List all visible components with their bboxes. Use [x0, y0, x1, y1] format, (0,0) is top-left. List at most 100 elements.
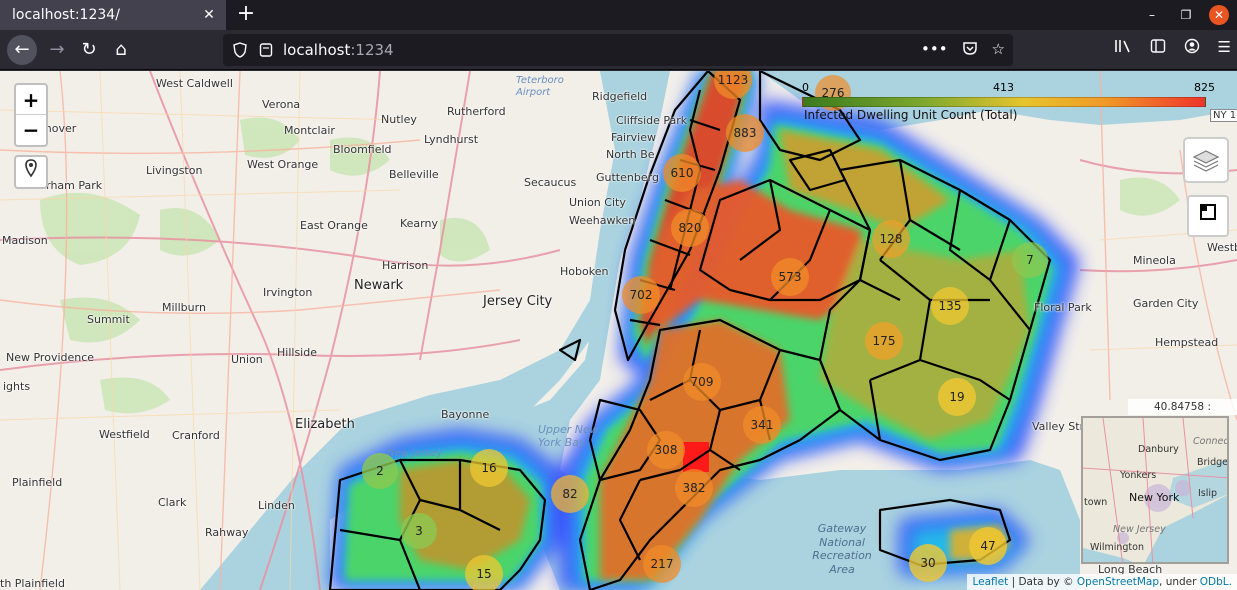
osm-link[interactable]: OpenStreetMap — [1077, 576, 1159, 588]
restore-button[interactable]: ❐ — [1169, 8, 1203, 22]
minimap-place: Islip — [1198, 488, 1218, 499]
place-label: Union City — [569, 196, 626, 209]
tab-close-icon[interactable]: ✕ — [200, 6, 218, 24]
place-label: Livingston — [146, 164, 203, 177]
tab-bar: localhost:1234/ ✕ + – ❐ ✕ — [0, 0, 1237, 30]
place-label: Bayonne — [441, 408, 490, 421]
cluster-marker[interactable]: 16 — [470, 449, 508, 487]
minimap-place: Yonkers — [1120, 470, 1157, 481]
legend-max: 825 — [1194, 81, 1215, 94]
close-window-button[interactable]: ✕ — [1209, 5, 1229, 25]
cluster-marker[interactable]: 308 — [647, 431, 685, 469]
place-label: Rutherford — [447, 105, 506, 118]
zoom-in-button[interactable]: + — [16, 85, 46, 115]
place-label: Lyndhurst — [424, 133, 479, 146]
minimap[interactable]: Danbury Connect Yonkers Bridge New York … — [1081, 416, 1229, 564]
cluster-marker[interactable]: 709 — [683, 363, 721, 401]
place-label: Hempstead — [1155, 336, 1219, 349]
place-label: Ridgefield — [592, 90, 648, 103]
place-label: Union — [231, 353, 263, 366]
url-bar[interactable]: localhost:1234 ••• ☆ — [223, 34, 1013, 66]
cluster-marker[interactable]: 2 — [362, 453, 398, 489]
new-tab-button[interactable]: + — [234, 3, 258, 27]
minimap-place: New Jersey — [1113, 524, 1166, 535]
home-icon[interactable]: ⌂ — [106, 35, 136, 65]
cluster-marker[interactable]: 217 — [643, 545, 681, 583]
active-tab[interactable]: localhost:1234/ ✕ — [0, 0, 226, 30]
place-label: Millburn — [162, 301, 206, 314]
place-label: Newark — [354, 278, 404, 293]
cluster-marker[interactable]: 135 — [931, 287, 969, 325]
place-label: New Jersey — [387, 448, 443, 459]
place-label: Madison — [2, 234, 48, 247]
cluster-marker[interactable]: 47 — [969, 527, 1007, 565]
cluster-marker[interactable]: 128 — [872, 220, 910, 258]
sidebar-icon[interactable] — [1150, 38, 1166, 58]
place-label: Harrison — [382, 259, 429, 272]
place-label: Teterboro Airport — [516, 75, 564, 98]
url-text[interactable]: localhost:1234 — [283, 41, 394, 59]
place-label: Kearny — [400, 217, 438, 230]
minimap-place: town — [1084, 497, 1108, 508]
place-label: North Be — [606, 148, 655, 161]
cluster-marker[interactable]: 19 — [938, 378, 976, 416]
minimap-place: Wilmington — [1090, 542, 1144, 553]
place-label: East Orange — [300, 219, 368, 232]
place-label: West Orange — [247, 158, 319, 171]
leaflet-map[interactable]: West Caldwell Verona Nutley Rutherford T… — [0, 71, 1237, 590]
cluster-marker[interactable]: 82 — [551, 475, 589, 513]
cluster-marker[interactable]: 883 — [726, 114, 764, 152]
library-icon[interactable] — [1114, 38, 1132, 58]
cluster-marker[interactable]: 382 — [675, 469, 713, 507]
layers-icon[interactable] — [1183, 137, 1229, 183]
legend-mid: 413 — [993, 81, 1014, 94]
cluster-marker[interactable]: 610 — [663, 154, 701, 192]
attribution-text: , under — [1159, 576, 1200, 588]
cluster-marker[interactable]: 341 — [743, 406, 781, 444]
place-label: Verona — [262, 98, 301, 111]
forward-arrow-icon[interactable]: → — [42, 35, 72, 65]
page-actions-icon[interactable]: ••• — [921, 40, 948, 60]
place-label: West Caldwell — [156, 77, 233, 90]
leaflet-link[interactable]: Leaflet — [972, 576, 1008, 588]
place-label: Westb — [1207, 241, 1237, 254]
bookmark-star-icon[interactable]: ☆ — [992, 40, 1005, 60]
cluster-marker[interactable]: 15 — [465, 555, 503, 590]
back-arrow-icon[interactable]: ← — [7, 35, 37, 65]
minimap-place: Connect — [1193, 436, 1229, 447]
cluster-marker[interactable]: 3 — [401, 513, 437, 549]
menu-icon[interactable]: ☰ — [1218, 38, 1231, 58]
locate-pin-icon[interactable] — [14, 155, 48, 189]
place-label: Hoboken — [560, 265, 609, 278]
cluster-marker[interactable]: 702 — [622, 276, 660, 314]
cluster-marker[interactable]: 573 — [771, 258, 809, 296]
place-label: Weehawken — [569, 214, 636, 227]
place-label: ights — [3, 380, 31, 393]
place-label: th Plainfield — [0, 577, 65, 590]
place-label: Clark — [158, 496, 187, 509]
minimap-place: Danbury — [1138, 444, 1179, 455]
minimap-toggle-icon[interactable] — [1187, 195, 1229, 237]
page-info-icon[interactable] — [259, 42, 275, 58]
cluster-marker[interactable]: 820 — [671, 209, 709, 247]
cluster-marker[interactable]: 175 — [865, 322, 903, 360]
zoom-out-button[interactable]: − — [16, 115, 46, 145]
cluster-marker[interactable]: 7 — [1012, 242, 1048, 278]
place-label: Rahway — [205, 526, 249, 539]
place-label: Cliffside Park — [616, 114, 688, 127]
place-label: Floral Park — [1034, 301, 1092, 314]
minimize-button[interactable]: – — [1135, 8, 1169, 22]
cluster-marker[interactable]: 30 — [909, 544, 947, 582]
place-label: Mineola — [1133, 254, 1176, 267]
mouse-coordinates: 40.84758 : -74.19273 — [1128, 399, 1237, 429]
account-icon[interactable] — [1184, 38, 1200, 58]
reload-icon[interactable]: ↻ — [74, 35, 104, 65]
tracking-shield-icon[interactable] — [233, 42, 249, 58]
place-label: Summit — [87, 313, 130, 326]
url-port: :1234 — [350, 41, 394, 59]
pocket-icon[interactable] — [962, 40, 978, 60]
legend-min: 0 — [802, 81, 809, 94]
place-label: Guttenberg — [596, 171, 659, 184]
url-host: localhost — [283, 41, 351, 59]
odbl-link[interactable]: ODbL. — [1200, 576, 1232, 588]
